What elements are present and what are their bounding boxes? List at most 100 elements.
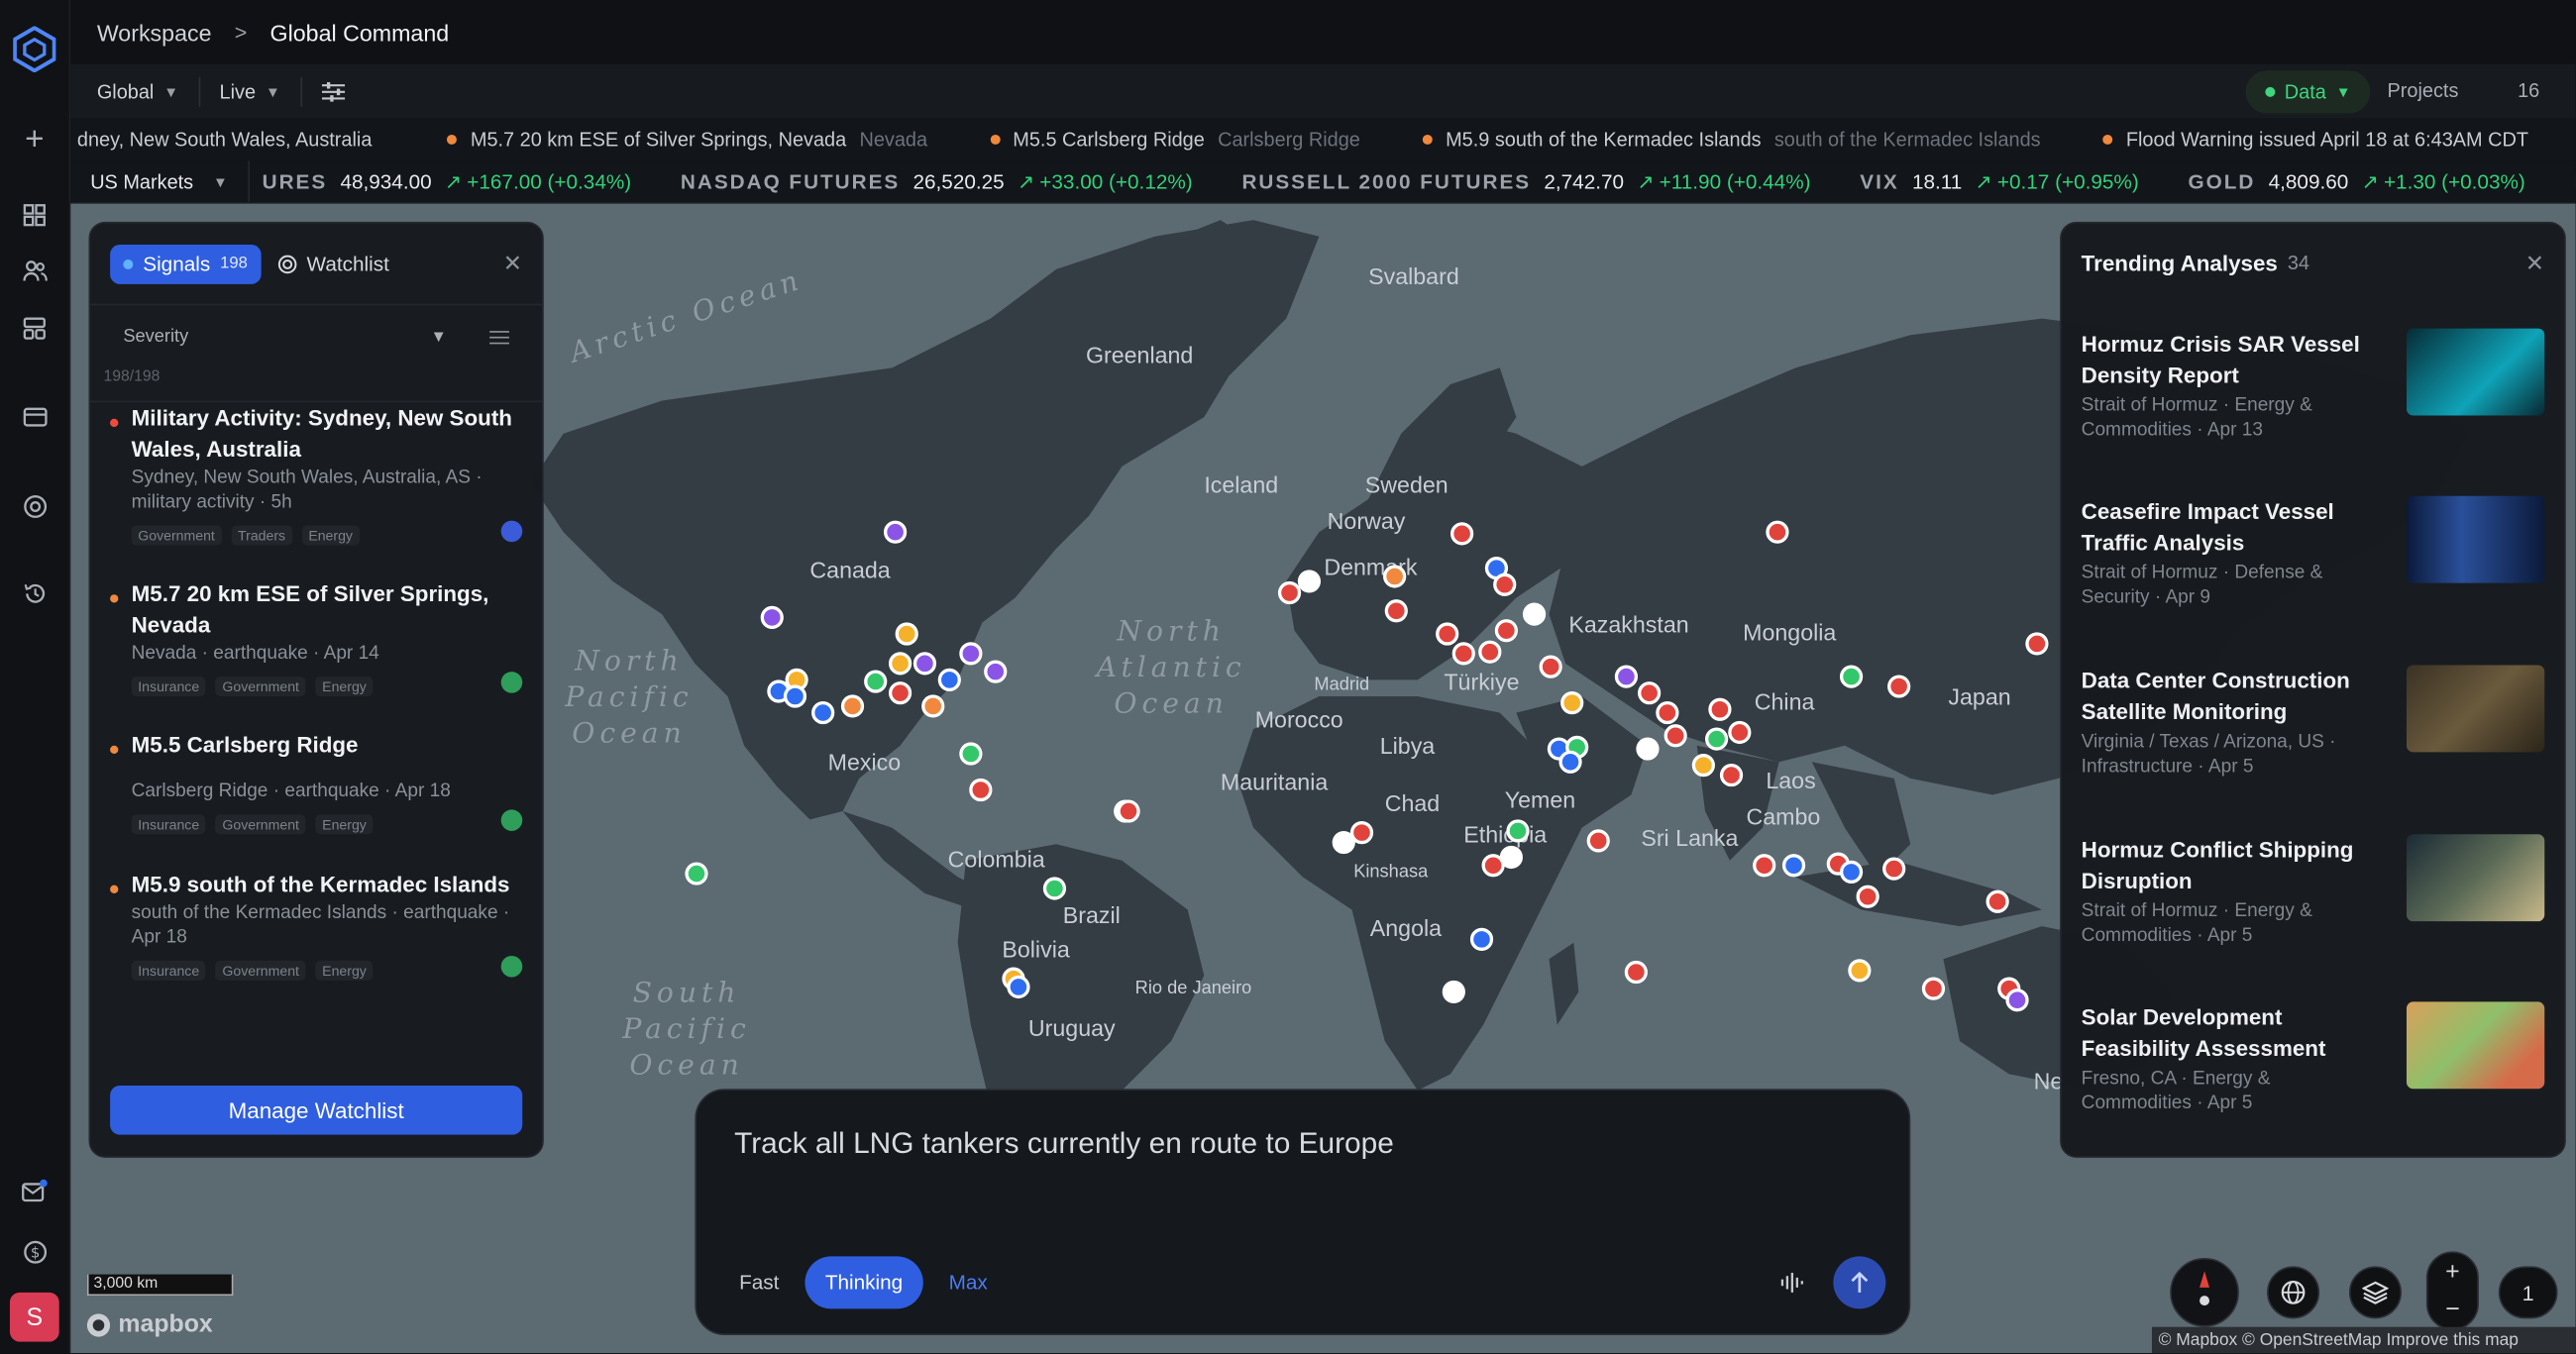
map-marker-icon[interactable] <box>1442 980 1465 1004</box>
map-marker-icon[interactable] <box>888 652 912 676</box>
projects-link[interactable]: Projects <box>2388 79 2459 102</box>
map-marker-icon[interactable] <box>1451 642 1475 666</box>
prompt-box[interactable]: Track all LNG tankers currently en route… <box>695 1089 1911 1335</box>
alert-item[interactable]: M5.7 20 km ESE of Silver Springs, Nevada… <box>447 128 927 152</box>
map-marker-icon[interactable] <box>1297 570 1322 593</box>
market-quote[interactable]: VIX 18.11 ↗ +0.17 (+0.95%) <box>1860 169 2138 194</box>
alert-item[interactable]: M5.5 Carlsberg Ridge Carlsberg Ridge <box>990 128 1360 152</box>
map-marker-icon[interactable] <box>1560 691 1584 715</box>
map-marker-icon[interactable] <box>895 622 918 646</box>
alert-item[interactable]: Flood Warning issued April 18 at 6:43AM … <box>2102 128 2542 152</box>
map-marker-icon[interactable] <box>1856 885 1879 908</box>
scope-dropdown[interactable]: Global ▼ <box>70 79 198 102</box>
market-quote[interactable]: URES 48,934.00 ↗ +167.00 (+0.34%) <box>263 169 632 194</box>
map-marker-icon[interactable] <box>1384 599 1408 623</box>
map-marker-icon[interactable] <box>884 520 908 544</box>
severity-filter[interactable]: Severity ▼ <box>90 305 542 367</box>
map-marker-icon[interactable] <box>1691 754 1715 778</box>
mode-fast-button[interactable]: Fast <box>719 1256 799 1308</box>
compass-button[interactable] <box>2170 1258 2239 1327</box>
users-icon[interactable] <box>18 255 51 287</box>
map-marker-icon[interactable] <box>921 694 945 718</box>
map-marker-icon[interactable] <box>969 778 993 802</box>
filter-settings-button[interactable] <box>301 81 364 101</box>
map-marker-icon[interactable] <box>1664 724 1687 748</box>
manage-watchlist-button[interactable]: Manage Watchlist <box>110 1085 523 1135</box>
analysis-card[interactable]: Hormuz Conflict Shipping Disruption Strai… <box>2082 834 2545 982</box>
map-marker-icon[interactable] <box>685 862 708 885</box>
map-marker-icon[interactable] <box>811 700 835 725</box>
map-marker-icon[interactable] <box>1042 877 1067 900</box>
map-marker-icon[interactable] <box>1349 821 1374 845</box>
map-marker-icon[interactable] <box>1117 799 1140 823</box>
support-icon[interactable] <box>18 489 51 522</box>
tab-signals[interactable]: Signals 198 <box>110 244 262 284</box>
map-marker-icon[interactable] <box>1539 655 1562 678</box>
map-marker-icon[interactable] <box>1383 565 1407 588</box>
map-marker-icon[interactable] <box>2025 632 2049 656</box>
map-marker-icon[interactable] <box>864 670 888 693</box>
map-marker-icon[interactable] <box>1450 522 1474 546</box>
close-icon[interactable]: ✕ <box>2525 249 2544 276</box>
map-marker-icon[interactable] <box>1656 700 1679 725</box>
history-icon[interactable] <box>18 576 51 609</box>
map-marker-icon[interactable] <box>1506 819 1530 843</box>
map-marker-icon[interactable] <box>2005 989 2029 1012</box>
map-marker-icon[interactable] <box>1469 927 1494 951</box>
billing-icon[interactable]: $ <box>18 1235 51 1268</box>
map-marker-icon[interactable] <box>1638 681 1662 705</box>
map-marker-icon[interactable] <box>1494 619 1518 643</box>
globe-button[interactable] <box>2267 1266 2320 1319</box>
map-marker-icon[interactable] <box>937 668 961 692</box>
map-marker-icon[interactable] <box>1522 602 1547 626</box>
signal-item[interactable]: M5.7 20 km ESE of Silver Springs, Nevada… <box>90 578 542 696</box>
zoom-in-button[interactable]: + <box>2445 1258 2460 1286</box>
map-marker-icon[interactable] <box>1705 727 1729 751</box>
analysis-card[interactable]: Ceasefire Impact Vessel Traffic Analysis… <box>2082 495 2545 644</box>
mode-dropdown[interactable]: Live ▼ <box>200 79 300 102</box>
close-icon[interactable]: ✕ <box>503 250 522 277</box>
map-marker-icon[interactable] <box>1436 622 1459 646</box>
map-marker-icon[interactable] <box>1781 854 1806 878</box>
map-marker-icon[interactable] <box>760 605 784 630</box>
map-marker-icon[interactable] <box>1887 675 1911 698</box>
map-marker-icon[interactable] <box>1586 829 1610 853</box>
market-selector[interactable]: US Markets ▼ <box>70 160 250 202</box>
map-marker-icon[interactable] <box>1624 960 1648 985</box>
map-attribution[interactable]: © Mapbox © OpenStreetMap Improve this ma… <box>2151 1326 2576 1354</box>
map-marker-icon[interactable] <box>1478 640 1502 664</box>
send-button[interactable] <box>1833 1256 1886 1309</box>
map-marker-icon[interactable] <box>1728 720 1752 745</box>
signal-item[interactable]: M5.5 Carlsberg Ridge Carlsberg Ridge · ea… <box>90 729 542 835</box>
map-marker-icon[interactable] <box>1499 845 1523 870</box>
map-marker-icon[interactable] <box>1839 860 1864 885</box>
map-marker-icon[interactable] <box>783 684 807 708</box>
signal-item[interactable]: M5.9 south of the Kermadec Islands south … <box>90 869 542 981</box>
data-dropdown[interactable]: Data ▼ <box>2245 70 2371 114</box>
inbox-icon[interactable] <box>18 1174 51 1206</box>
layout-icon[interactable] <box>18 312 51 345</box>
plus-icon[interactable]: + <box>18 121 51 156</box>
layers-button[interactable] <box>2348 1266 2402 1319</box>
map-marker-icon[interactable] <box>912 652 937 676</box>
mode-max-button[interactable]: Max <box>929 1256 1008 1308</box>
market-quote[interactable]: GOLD 4,809.60 ↗ +1.30 (+0.03%) <box>2189 169 2525 194</box>
mode-thinking-button[interactable]: Thinking <box>805 1256 923 1309</box>
map-marker-icon[interactable] <box>1708 697 1732 721</box>
map-marker-icon[interactable] <box>1986 889 2009 913</box>
map-marker-icon[interactable] <box>1719 763 1744 787</box>
market-quote[interactable]: NASDAQ FUTURES 26,520.25 ↗ +33.00 (+0.12%) <box>681 169 1193 194</box>
signal-item[interactable]: Military Activity: Sydney, New South Wal… <box>90 402 542 546</box>
map-marker-icon[interactable] <box>1848 959 1872 983</box>
breadcrumb-root[interactable]: Workspace <box>97 19 212 46</box>
zoom-out-button[interactable]: − <box>2445 1296 2460 1323</box>
prompt-input[interactable]: Track all LNG tankers currently en route… <box>734 1126 1394 1161</box>
map-marker-icon[interactable] <box>1558 750 1582 774</box>
app-logo-icon[interactable] <box>13 26 56 72</box>
analysis-card[interactable]: Hormuz Crisis SAR Vessel Density Report S… <box>2082 328 2545 476</box>
alert-item[interactable]: M5.9 south of the Kermadec Islands south … <box>1422 128 2041 152</box>
alert-item[interactable]: dney, New South Wales, Australia <box>77 128 385 151</box>
map-marker-icon[interactable] <box>984 660 1008 683</box>
analysis-card[interactable]: Solar Development Feasibility Assessment… <box>2082 1001 2545 1149</box>
voice-button[interactable] <box>1766 1256 1818 1308</box>
